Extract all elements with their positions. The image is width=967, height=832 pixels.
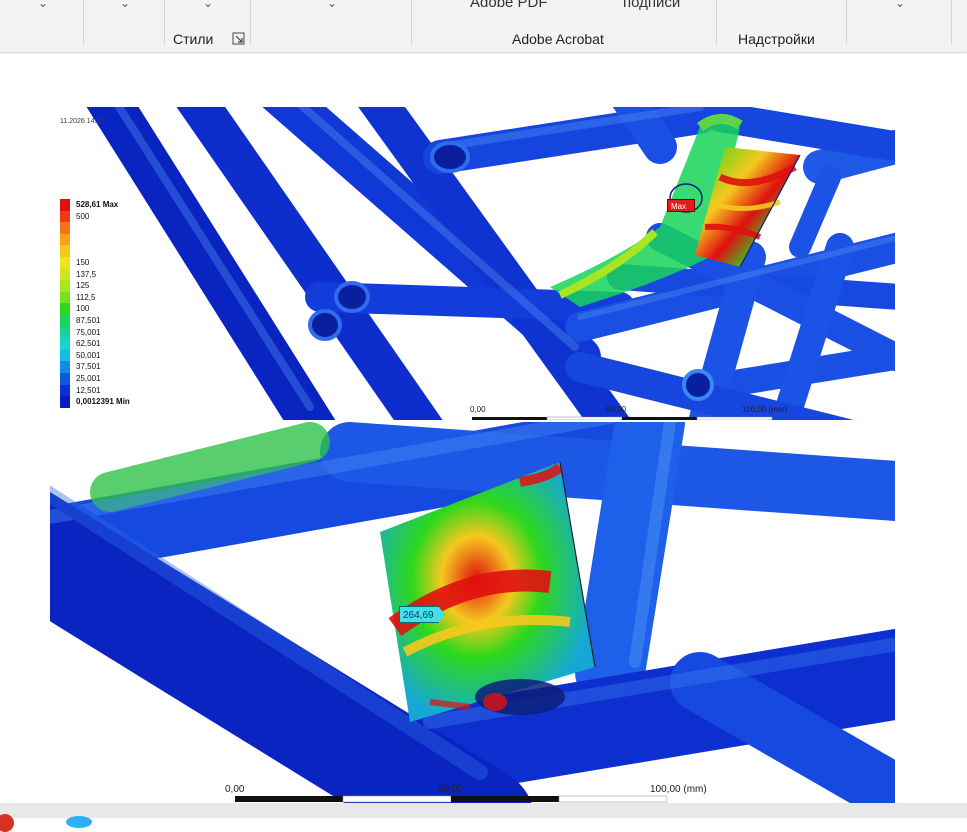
legend-label: 75,001 [76,327,101,337]
legend-swatch [60,326,70,339]
legend-row [60,245,180,257]
legend-swatch [60,361,70,373]
legend-row: 25,001 [60,372,180,385]
simulation-header: 11.2026 14:32 [60,117,104,126]
legend-swatch [60,210,70,223]
legend-swatch [60,338,70,350]
ribbon-divider [83,0,84,44]
legend-label: 87,501 [76,315,101,325]
legend-label: 150 [76,257,90,267]
group-label-styles: Стили [173,31,214,47]
legend-row: 75,001 [60,326,180,339]
legend-row: 125 [60,280,180,292]
ribbon: ⌄ ⌄ ⌄ ⌄ ⌄ Adobe PDF подписи Стили Adobe … [0,0,967,53]
legend-swatch [60,222,70,234]
legend-row: 37,501 [60,361,180,373]
legend-row: 150 [60,256,180,269]
legend-row: 12,501 [60,384,180,397]
legend-row [60,233,180,246]
scale-label: 50,00 [606,405,627,414]
legend-swatch [60,384,70,397]
group-label-adobe-acrobat: Adobe Acrobat [512,31,604,47]
legend-row: 100 [60,303,180,315]
legend-label: 500 [76,211,90,221]
header-date: 11.2026 14:32 [60,118,105,125]
chevron-down-icon[interactable]: ⌄ [203,0,213,10]
legend-row: 500 [60,210,180,223]
taskbar [0,803,967,832]
signatures-button[interactable]: подписи [623,0,680,11]
scale-label: 0,00 [470,405,486,414]
ribbon-divider [846,0,847,44]
legend-swatch [60,245,70,257]
scale-bar-top: 0,00 50,00 100,00 (mm) [470,405,800,420]
legend-swatch [60,268,70,281]
legend-label: 62,501 [76,339,101,349]
ribbon-divider [951,0,952,44]
legend-label: 137,5 [76,269,97,279]
dialog-launcher-icon[interactable] [232,32,245,45]
chevron-down-icon[interactable]: ⌄ [38,0,48,10]
legend-label: 125 [76,281,90,291]
legend-row: 137,5 [60,268,180,281]
legend-swatch [60,314,70,327]
stress-legend: 528,61 Max 500 150 137,5 125 112,5 100 87,501 75… [60,199,180,408]
legend-label: 12,501 [76,385,101,395]
legend-row [60,222,180,234]
legend-row: 528,61 Max [60,199,180,211]
scale-label: 100,00 (mm) [650,784,707,795]
legend-swatch [60,233,70,246]
chevron-down-icon[interactable]: ⌄ [895,0,905,10]
legend-label: 37,501 [76,362,101,372]
legend-swatch [60,256,70,269]
legend-swatch [60,280,70,292]
ribbon-divider [716,0,717,44]
legend-swatch [60,303,70,315]
legend-swatch [60,396,70,408]
legend-label: 25,001 [76,373,101,383]
group-label-addins: Надстройки [738,31,815,47]
legend-label: 50,001 [76,350,101,360]
chevron-down-icon[interactable]: ⌄ [120,0,130,10]
ribbon-divider [250,0,251,44]
scale-label: 0,00 [225,784,245,795]
fem-render-detail [50,422,895,803]
legend-swatch [60,199,70,211]
stress-figure-detail: 264,69 0,00 50,00 100,00 (mm) [50,422,895,803]
legend-row: 62,501 [60,338,180,350]
max-marker: Max [667,199,696,212]
legend-row: 112,5 [60,291,180,304]
legend-label: 528,61 Max [76,200,119,209]
ribbon-divider [164,0,165,44]
legend-row: 50,001 [60,349,180,362]
scale-bar-bottom: 0,00 50,00 100,00 (mm) [225,784,707,803]
legend-swatch [60,291,70,304]
fem-render-overview [86,107,895,420]
stress-figure-overview: 11.2026 14:32 528,61 Max 500 150 137,5 125 11… [60,107,895,420]
legend-swatch [60,349,70,362]
legend-swatch [60,372,70,385]
chevron-down-icon[interactable]: ⌄ [327,0,337,10]
legend-label: 112,5 [76,292,96,302]
stress-probe-label: 264,69 [399,606,445,623]
scale-label: 100,00 (mm) [742,405,788,414]
adobe-pdf-button[interactable]: Adobe PDF [470,0,548,11]
ribbon-divider [411,0,412,44]
legend-row: 0,0012391 Min [60,396,180,408]
app-icon[interactable] [0,814,14,832]
legend-label: 100 [76,304,90,314]
legend-label: 0,0012391 Min [76,397,130,407]
scale-label: 50,00 [438,784,464,795]
legend-row: 87,501 [60,314,180,327]
